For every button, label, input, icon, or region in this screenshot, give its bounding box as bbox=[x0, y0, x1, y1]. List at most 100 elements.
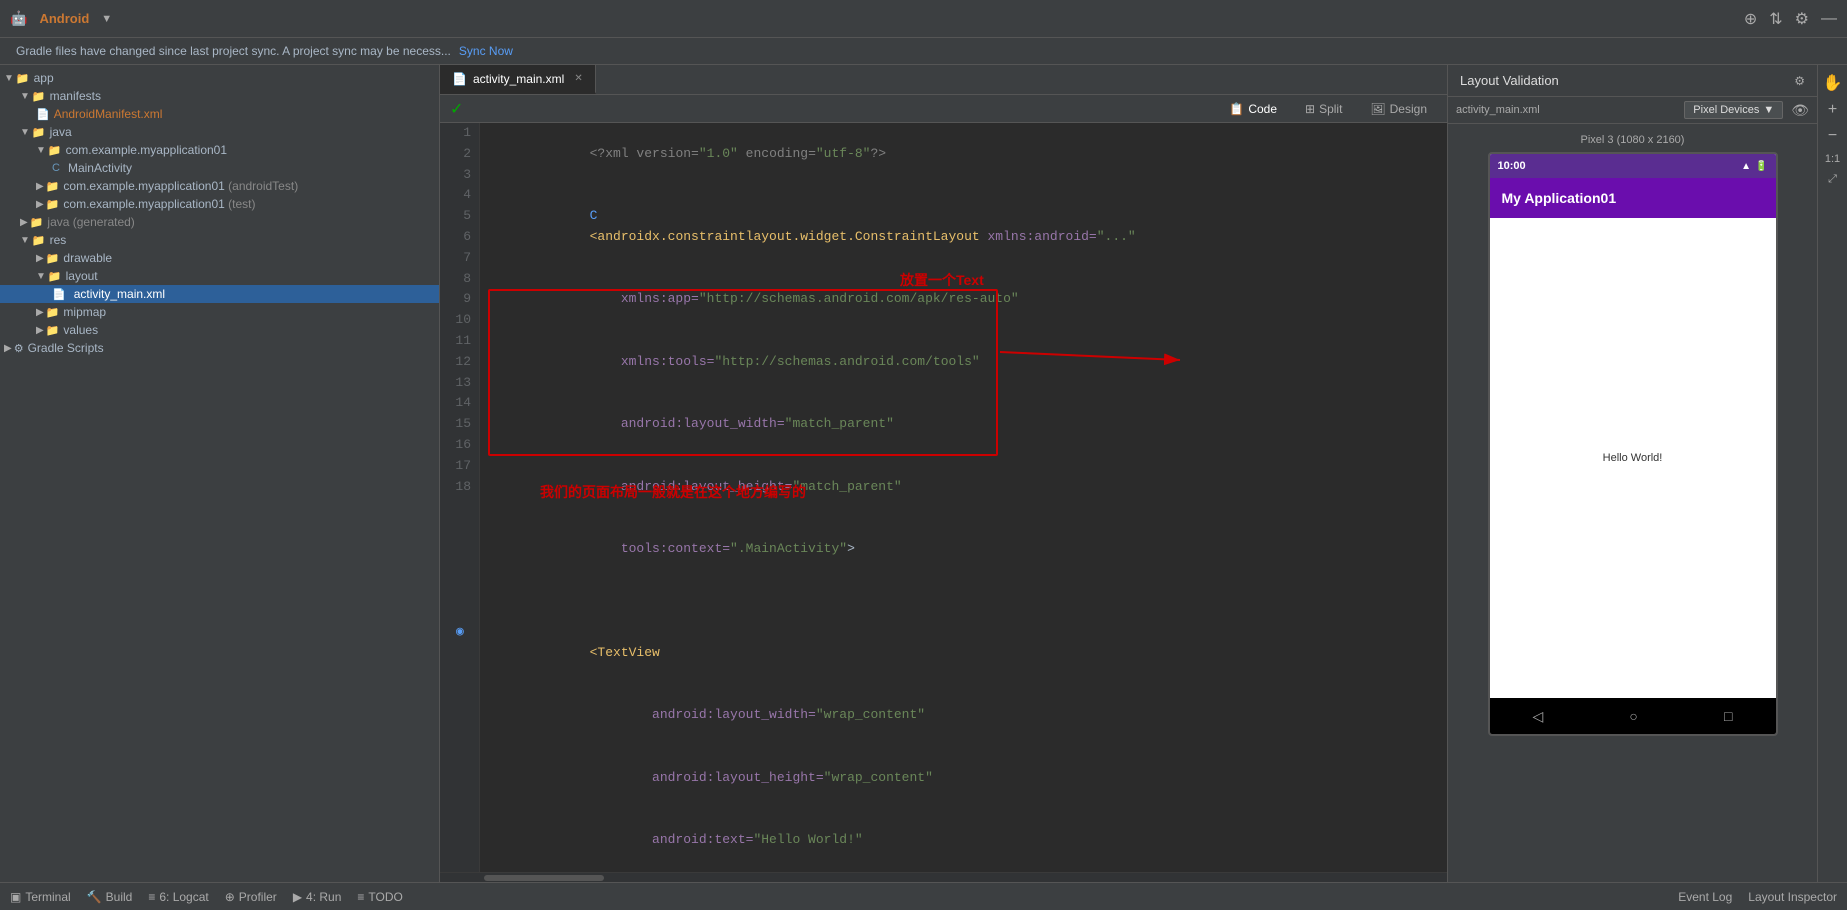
folder-icon: 📁 bbox=[46, 324, 60, 337]
xml-file-icon: 📄 bbox=[52, 288, 66, 301]
layout-validation-title: Layout Validation bbox=[1460, 73, 1559, 88]
expand-icon[interactable]: ⤢ bbox=[1828, 173, 1837, 186]
tree-item-package[interactable]: ▼ 📁 com.example.myapplication01 bbox=[0, 141, 439, 159]
code-editor[interactable]: 1234 5678 9101112 13141516 1718 <?xml ve… bbox=[440, 123, 1447, 872]
zoom-out-icon[interactable]: − bbox=[1828, 127, 1837, 145]
expand-arrow: ▶ bbox=[36, 181, 44, 192]
code-line-4: xmlns:tools="http://schemas.android.com/… bbox=[496, 331, 1431, 393]
dropdown-icon[interactable]: ▼ bbox=[101, 13, 112, 25]
sync-now-link[interactable]: Sync Now bbox=[459, 44, 513, 58]
app-title: My Application01 bbox=[1502, 190, 1617, 206]
eye-icon[interactable]: 👁 bbox=[1791, 102, 1809, 119]
notification-bar: Gradle files have changed since last pro… bbox=[0, 38, 1847, 65]
code-line-5: android:layout_width="match_parent" bbox=[496, 393, 1431, 455]
folder-icon: 📁 bbox=[30, 216, 44, 229]
code-btn[interactable]: 📋 Code bbox=[1219, 100, 1287, 118]
tree-item-drawable[interactable]: ▶ 📁 drawable bbox=[0, 249, 439, 267]
phone-preview-container: Pixel 3 (1080 x 2160) 10:00 ▲ 🔋 My Appli… bbox=[1448, 124, 1817, 882]
profiler-icon: ⊕ bbox=[225, 890, 235, 904]
xml-icon: 📄 bbox=[36, 108, 50, 121]
run-btn[interactable]: ▶ 4: Run bbox=[293, 890, 342, 904]
todo-btn[interactable]: ≡ TODO bbox=[357, 890, 402, 904]
split-btn[interactable]: ⊞ Split bbox=[1295, 100, 1352, 118]
tree-item-test[interactable]: ▶ 📁 com.example.myapplication01 (test) bbox=[0, 195, 439, 213]
tree-item-values[interactable]: ▶ 📁 values bbox=[0, 321, 439, 339]
minimize-icon[interactable]: — bbox=[1821, 10, 1837, 28]
tree-label: activity_main.xml bbox=[74, 287, 165, 301]
code-line-11: android:layout_height="wrap_content" bbox=[496, 747, 1431, 809]
tab-activity-main-xml[interactable]: 📄 activity_main.xml ✕ bbox=[440, 65, 596, 94]
phone-content-area: Hello World! bbox=[1490, 218, 1776, 698]
settings-icon[interactable]: ⚙ bbox=[1795, 9, 1809, 29]
tree-item-mainactivity[interactable]: C MainActivity bbox=[0, 159, 439, 177]
split-icon: ⊞ bbox=[1305, 102, 1315, 116]
pixel-devices-selector[interactable]: Pixel Devices ▼ bbox=[1684, 101, 1783, 119]
phone-nav-bar: ◁ ○ □ bbox=[1490, 698, 1776, 734]
code-line-2: C <androidx.constraintlayout.widget.Cons… bbox=[496, 185, 1431, 268]
layout-validation-panel: Layout Validation ⚙ activity_main.xml Pi… bbox=[1447, 65, 1817, 882]
hand-tool-icon[interactable]: ✋ bbox=[1823, 73, 1843, 93]
tree-item-app[interactable]: ▼ 📁 app bbox=[0, 69, 439, 87]
tree-item-mipmap[interactable]: ▶ 📁 mipmap bbox=[0, 303, 439, 321]
expand-arrow: ▼ bbox=[36, 145, 46, 156]
tree-item-androidmanifest[interactable]: 📄 AndroidManifest.xml bbox=[0, 105, 439, 123]
settings-gear-icon[interactable]: ⚙ bbox=[1794, 74, 1805, 88]
tree-label: com.example.myapplication01 (test) bbox=[63, 197, 255, 211]
logcat-btn[interactable]: ≡ 6: Logcat bbox=[148, 890, 208, 904]
tree-item-gradle[interactable]: ▶ ⚙ Gradle Scripts bbox=[0, 339, 439, 357]
expand-arrow: ▶ bbox=[4, 343, 12, 354]
nav-icon-1[interactable]: ⊕ bbox=[1744, 9, 1757, 29]
battery-icon: 🔋 bbox=[1755, 161, 1767, 172]
line-numbers: 1234 5678 9101112 13141516 1718 bbox=[440, 123, 480, 872]
expand-arrow: ▼ bbox=[4, 73, 14, 84]
terminal-btn[interactable]: ▣ Terminal bbox=[10, 890, 71, 904]
tree-item-java[interactable]: ▼ 📁 java bbox=[0, 123, 439, 141]
logcat-icon: ≡ bbox=[148, 890, 155, 904]
project-sidebar: ▼ 📁 app ▼ 📁 manifests 📄 AndroidManifest.… bbox=[0, 65, 440, 882]
gradle-icon: ⚙ bbox=[14, 342, 24, 355]
nav-icon-2[interactable]: ⇅ bbox=[1769, 9, 1782, 29]
tree-item-java-generated[interactable]: ▶ 📁 java (generated) bbox=[0, 213, 439, 231]
folder-icon: 📁 bbox=[32, 90, 46, 103]
zoom-in-icon[interactable]: + bbox=[1828, 101, 1837, 119]
expand-arrow: ▼ bbox=[20, 91, 30, 102]
scrollbar-thumb[interactable] bbox=[484, 875, 604, 881]
phone-time: 10:00 bbox=[1498, 160, 1526, 172]
java-icon: C bbox=[52, 162, 60, 174]
code-line-12: android:text="Hello World!" bbox=[496, 809, 1431, 871]
phone-screen: 10:00 ▲ 🔋 My Application01 Hello World! bbox=[1488, 152, 1778, 736]
tab-label: activity_main.xml bbox=[473, 72, 564, 86]
phone-wrapper: Pixel 3 (1080 x 2160) 10:00 ▲ 🔋 My Appli… bbox=[1488, 134, 1778, 736]
phone-status-icons: ▲ 🔋 bbox=[1741, 161, 1767, 172]
tree-label: manifests bbox=[50, 89, 101, 103]
design-btn[interactable]: 🖼 Design bbox=[1360, 100, 1437, 118]
editor-view-toolbar: ✓ 📋 Code ⊞ Split 🖼 Design bbox=[440, 95, 1447, 123]
zoom-reset-icon[interactable]: 1:1 bbox=[1825, 153, 1840, 165]
tree-item-androidtest[interactable]: ▶ 📁 com.example.myapplication01 (android… bbox=[0, 177, 439, 195]
tree-label: com.example.myapplication01 (androidTest… bbox=[63, 179, 298, 193]
phone-app-toolbar: My Application01 bbox=[1490, 178, 1776, 218]
editor-horizontal-scrollbar[interactable] bbox=[440, 872, 1447, 882]
folder-icon: 📁 bbox=[48, 144, 62, 157]
phone-status-bar: 10:00 ▲ 🔋 bbox=[1490, 154, 1776, 178]
tree-item-layout[interactable]: ▼ 📁 layout bbox=[0, 267, 439, 285]
build-btn[interactable]: 🔨 Build bbox=[87, 890, 133, 904]
design-icon: 🖼 bbox=[1370, 102, 1385, 116]
code-content[interactable]: <?xml version="1.0" encoding="utf-8"?> C… bbox=[480, 123, 1447, 872]
profiler-btn[interactable]: ⊕ Profiler bbox=[225, 890, 277, 904]
file-tree: ▼ 📁 app ▼ 📁 manifests 📄 AndroidManifest.… bbox=[0, 65, 439, 882]
tree-item-manifests[interactable]: ▼ 📁 manifests bbox=[0, 87, 439, 105]
success-check-icon: ✓ bbox=[450, 99, 463, 119]
event-log-btn[interactable]: Event Log bbox=[1678, 890, 1732, 904]
file-device-row: activity_main.xml Pixel Devices ▼ 👁 bbox=[1448, 97, 1817, 124]
tree-label: app bbox=[34, 71, 54, 85]
panel-controls: ⚙ bbox=[1794, 74, 1805, 88]
tree-item-activity-main-xml[interactable]: 📄 activity_main.xml bbox=[0, 285, 439, 303]
tree-item-res[interactable]: ▼ 📁 res bbox=[0, 231, 439, 249]
folder-icon: 📁 bbox=[16, 72, 30, 85]
tree-label: AndroidManifest.xml bbox=[54, 107, 163, 121]
tab-close-btn[interactable]: ✕ bbox=[574, 73, 582, 84]
layout-inspector-btn[interactable]: Layout Inspector bbox=[1748, 890, 1837, 904]
code-editor-wrapper: 1234 5678 9101112 13141516 1718 <?xml ve… bbox=[440, 123, 1447, 872]
layout-validation-header: Layout Validation ⚙ bbox=[1448, 65, 1817, 97]
